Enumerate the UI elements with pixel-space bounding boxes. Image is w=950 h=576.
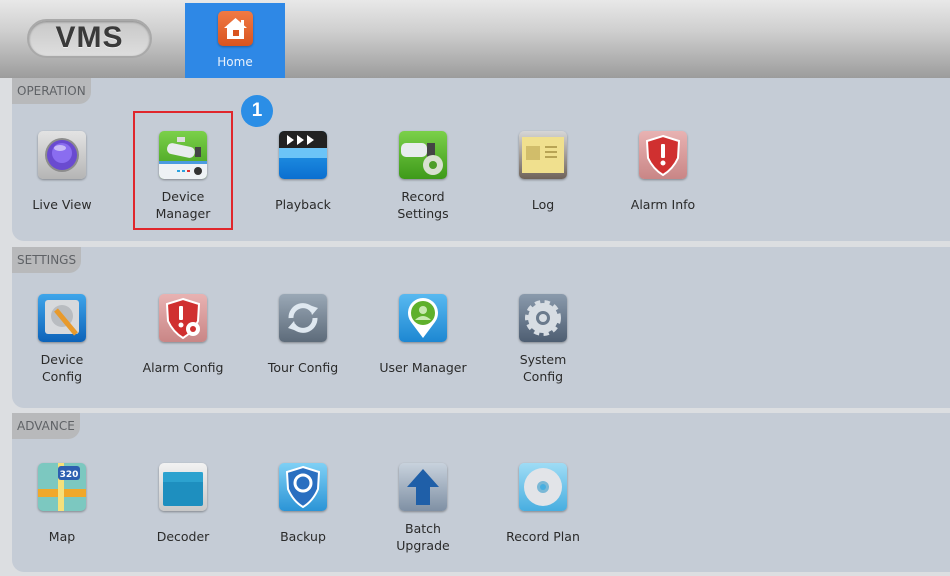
vms-logo: VMS	[27, 19, 152, 58]
item-label: User Manager	[379, 360, 467, 375]
record-settings-button[interactable]: Record Settings	[373, 131, 473, 222]
item-label: Record Settings	[397, 189, 449, 221]
upgrade-arrow-icon	[399, 463, 447, 511]
user-manager-button[interactable]: User Manager	[373, 294, 473, 376]
alarm-shield-icon	[639, 131, 687, 179]
top-bar: VMS Home	[0, 0, 950, 78]
section-title: ADVANCE	[12, 413, 80, 439]
backup-button[interactable]: Backup	[253, 463, 353, 545]
playback-button[interactable]: Playback	[253, 131, 353, 213]
alarm-config-button[interactable]: Alarm Config	[133, 294, 233, 376]
item-label: Device Config	[40, 352, 84, 384]
record-plan-button[interactable]: Record Plan	[493, 463, 593, 545]
item-label: Live View	[32, 197, 92, 212]
item-label: Record Plan	[506, 529, 580, 544]
item-label: Log	[531, 197, 555, 212]
gear-icon	[519, 294, 567, 342]
camera-gear-icon	[399, 131, 447, 179]
item-label: Alarm Config	[142, 360, 224, 375]
step-badge: 1	[241, 95, 273, 127]
house-icon	[218, 11, 253, 46]
section-title: SETTINGS	[12, 247, 82, 273]
user-pin-icon	[399, 294, 447, 342]
batch-upgrade-button[interactable]: Batch Upgrade	[373, 463, 473, 554]
item-label: Decoder	[156, 529, 210, 544]
hdd-tools-icon	[38, 294, 86, 342]
decoder-button[interactable]: Decoder	[133, 463, 233, 545]
alarm-shield-gear-icon	[159, 294, 207, 342]
tab-home[interactable]: Home	[185, 3, 285, 78]
device-config-button[interactable]: Device Config	[12, 294, 112, 385]
tour-config-button[interactable]: Tour Config	[253, 294, 353, 376]
section-title: OPERATION	[12, 78, 91, 104]
backup-shield-icon	[279, 463, 327, 511]
log-document-icon	[519, 131, 567, 179]
clapperboard-icon	[279, 131, 327, 179]
disc-icon	[519, 463, 567, 511]
log-button[interactable]: Log	[493, 131, 593, 213]
item-label: Tour Config	[267, 360, 339, 375]
item-label: Map	[48, 529, 76, 544]
refresh-cycle-icon	[279, 294, 327, 342]
map-sign-text: 320	[60, 470, 79, 480]
alarm-info-button[interactable]: Alarm Info	[613, 131, 713, 213]
camera-lens-icon	[38, 131, 86, 179]
item-label: Batch Upgrade	[396, 521, 450, 553]
item-label: Alarm Info	[630, 197, 696, 212]
map-icon: 320	[38, 463, 86, 511]
item-label: Playback	[275, 197, 331, 212]
system-config-button[interactable]: System Config	[493, 294, 593, 385]
live-view-button[interactable]: Live View	[12, 131, 112, 213]
home-label: Home	[217, 55, 253, 69]
item-label: System Config	[519, 352, 567, 384]
highlight-box	[133, 111, 233, 230]
item-label: Backup	[280, 529, 326, 544]
map-button[interactable]: 320 Map	[12, 463, 112, 545]
decoder-window-icon	[159, 463, 207, 511]
